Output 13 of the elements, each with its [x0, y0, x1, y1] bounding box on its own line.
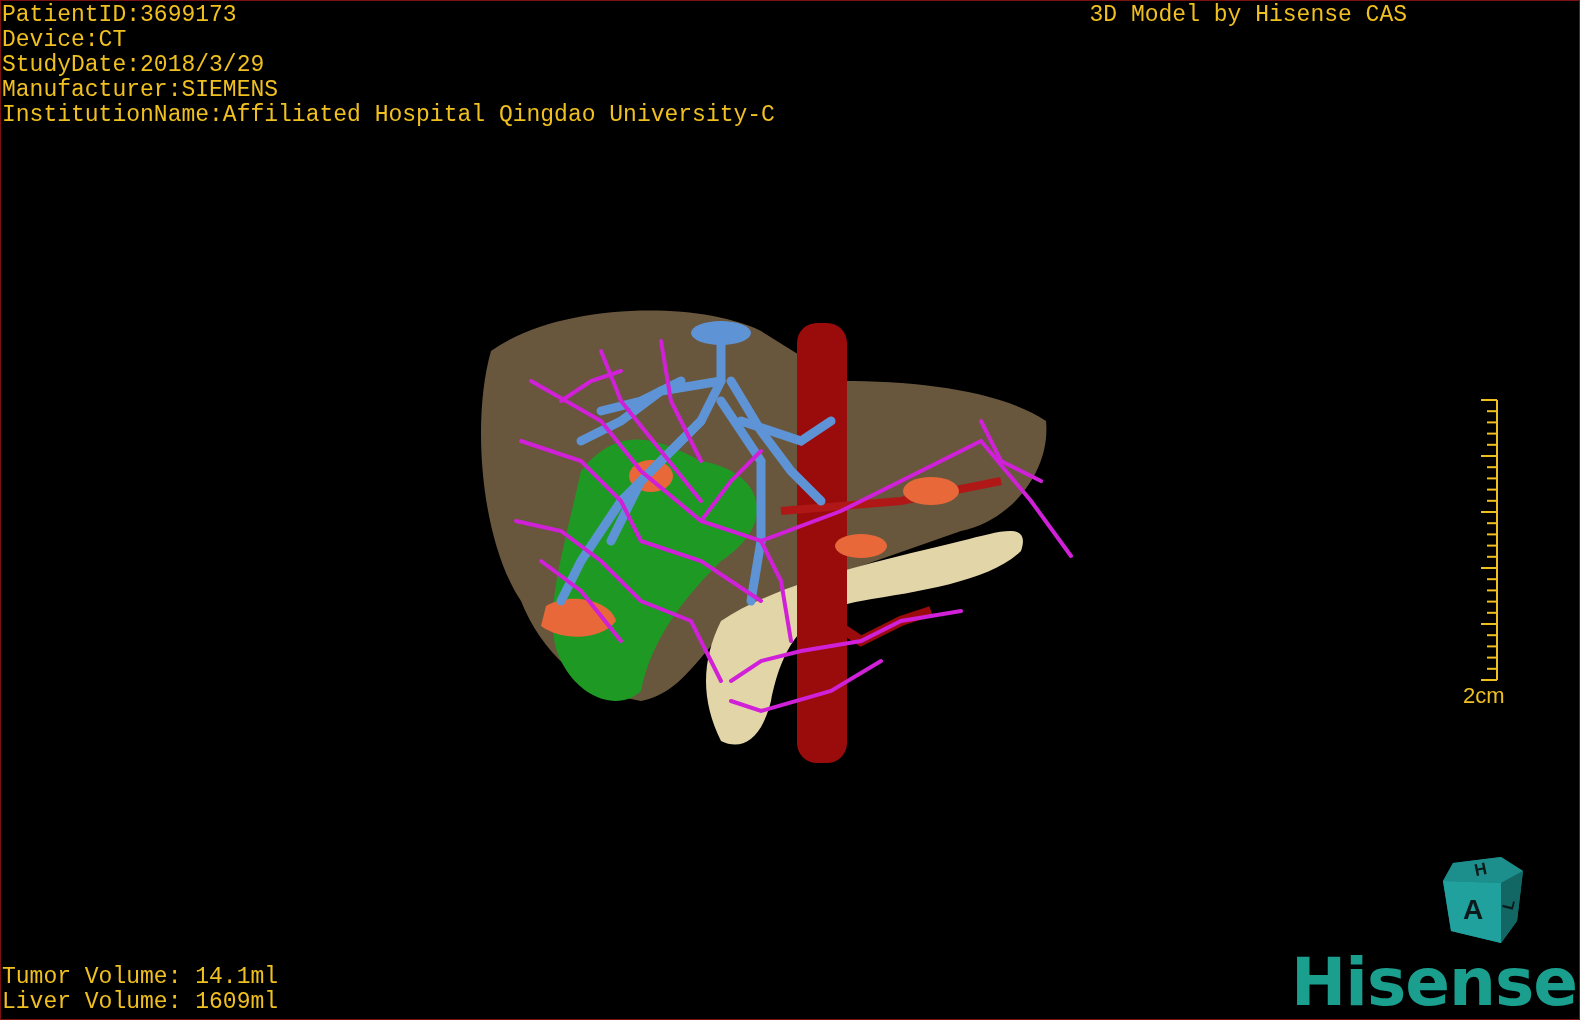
cube-face-label: H	[1472, 858, 1489, 881]
cube-face-label: A	[1462, 894, 1484, 925]
cube-face-label: L	[1499, 897, 1519, 912]
study-info-text: Manufacturer:SIEMENS	[2, 78, 280, 103]
volume-text: Tumor Volume: 14.1ml	[2, 965, 279, 990]
scale-label: 2cm	[1463, 683, 1505, 709]
viewer-title: 3D Model by Hisense CAS	[1089, 3, 1407, 30]
study-info-text: InstitutionName:Affiliated Hospital Qingdao University-C	[2, 103, 775, 128]
study-info-text: StudyDate:2018/3/29	[2, 53, 266, 78]
study-info-text: Device:CT	[2, 28, 128, 53]
volume-text: Liver Volume: 1609ml	[2, 990, 279, 1015]
brand-logo: Hisense	[1291, 947, 1577, 1019]
study-info-text: PatientID:3699173	[2, 3, 238, 28]
